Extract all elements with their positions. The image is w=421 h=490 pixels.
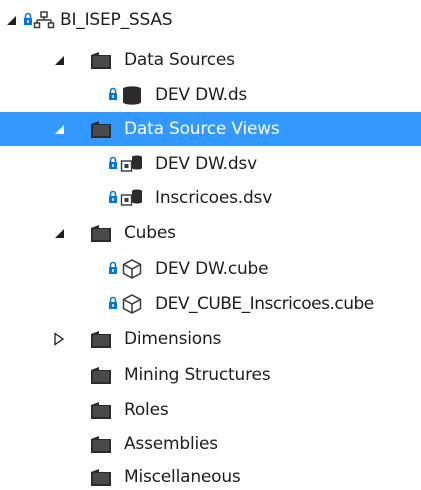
folder-label: Cubes [124, 223, 176, 243]
project-label: BI_ISEP_SSAS [60, 10, 173, 30]
solution-explorer-tree: BI_ISEP_SSAS Data Sources DEV DW.ds Data… [0, 0, 421, 490]
cube-label: DEV_CUBE_Inscricoes.cube [155, 294, 374, 314]
folder-label: Roles [124, 400, 169, 420]
folder-icon [91, 52, 111, 69]
folder-icon [91, 225, 111, 242]
folder-label: Assemblies [124, 434, 218, 454]
data-source-label: DEV DW.ds [155, 85, 248, 105]
expanded-triangle-icon[interactable] [52, 122, 66, 136]
lock-icon [109, 190, 117, 203]
lock-icon [109, 296, 117, 309]
expanded-triangle-icon[interactable] [52, 53, 66, 67]
cube-icon [122, 259, 142, 279]
project-icon [33, 11, 55, 29]
folder-label: Data Sources [124, 50, 235, 70]
tree-node-data-source-views[interactable]: Data Source Views [0, 112, 421, 146]
tree-node-dimensions[interactable]: Dimensions [0, 322, 421, 356]
folder-label: Data Source Views [124, 119, 280, 139]
tree-node-data-source-view[interactable]: Inscricoes.dsv [0, 181, 421, 215]
tree-node-roles[interactable]: Roles [0, 393, 421, 427]
data-source-view-label: Inscricoes.dsv [155, 188, 273, 208]
expanded-triangle-icon[interactable] [4, 13, 18, 27]
tree-node-cube[interactable]: DEV DW.cube [0, 252, 421, 286]
folder-label: Miscellaneous [124, 467, 241, 487]
folder-icon [91, 121, 111, 138]
folder-icon [91, 367, 111, 384]
tree-node-assemblies[interactable]: Assemblies [0, 427, 421, 461]
collapsed-triangle-icon[interactable] [52, 332, 66, 346]
cube-icon [122, 294, 142, 314]
tree-node-miscellaneous[interactable]: Miscellaneous [0, 461, 421, 490]
tree-node-project[interactable]: BI_ISEP_SSAS [0, 3, 421, 37]
lock-icon [109, 156, 117, 169]
data-source-view-label: DEV DW.dsv [155, 154, 257, 174]
tree-node-cube[interactable]: DEV_CUBE_Inscricoes.cube [0, 287, 421, 321]
expanded-triangle-icon[interactable] [52, 226, 66, 240]
lock-icon [109, 261, 117, 274]
tree-node-data-source-view[interactable]: DEV DW.dsv [0, 147, 421, 181]
folder-icon [91, 331, 111, 348]
tree-node-data-sources[interactable]: Data Sources [0, 43, 421, 77]
folder-icon [91, 436, 111, 453]
folder-label: Mining Structures [124, 365, 271, 385]
lock-icon [24, 12, 32, 25]
folder-icon [91, 402, 111, 419]
data-source-view-icon [120, 155, 142, 172]
lock-icon [109, 87, 117, 100]
cube-label: DEV DW.cube [155, 259, 269, 279]
data-source-view-icon [120, 189, 142, 206]
tree-node-data-source[interactable]: DEV DW.ds [0, 78, 421, 112]
folder-icon [91, 469, 111, 486]
folder-label: Dimensions [124, 329, 222, 349]
database-icon [123, 86, 141, 105]
tree-node-mining-structures[interactable]: Mining Structures [0, 358, 421, 392]
tree-node-cubes[interactable]: Cubes [0, 216, 421, 250]
